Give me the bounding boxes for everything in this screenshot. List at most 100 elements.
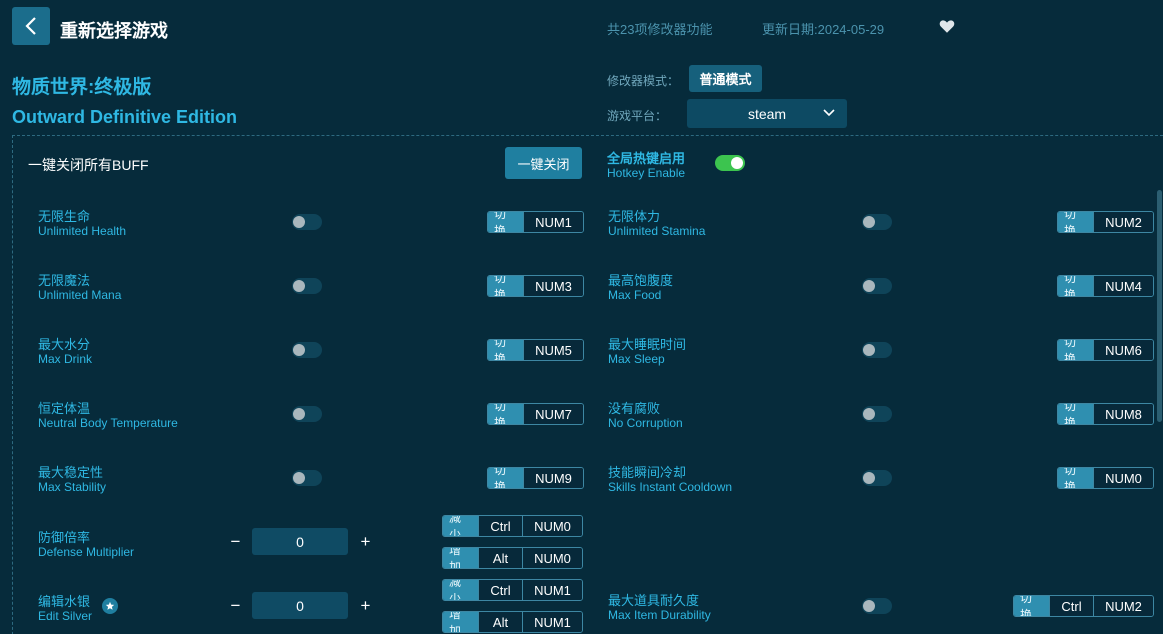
option-label-cn: 恒定体温 (38, 401, 91, 416)
close-all-buff-button[interactable]: 一键关闭 (505, 147, 582, 179)
mode-button[interactable]: 普通模式 (689, 65, 762, 92)
increase-keybind[interactable]: 增加 Alt NUM0 (442, 547, 583, 569)
option-label-cn: 最大道具耐久度 (608, 593, 700, 608)
update-date: 更新日期:2024-05-29 (762, 22, 885, 37)
keybind-tag: 切换 (488, 340, 523, 360)
keybind-key[interactable]: NUM2 (1093, 212, 1153, 232)
option-keybind[interactable]: 切换 NUM7 (487, 403, 584, 425)
numeric-label-cn: 编辑水银 (38, 594, 91, 609)
hotkey-label-en: Hotkey Enable (607, 166, 686, 180)
keybind-key[interactable]: NUM7 (523, 404, 583, 424)
toggle-knob (863, 280, 875, 292)
option-toggle[interactable] (292, 278, 322, 294)
option-toggle[interactable] (862, 598, 892, 614)
increment-button[interactable]: + (357, 533, 374, 550)
keybind-key[interactable]: NUM4 (1093, 276, 1153, 296)
option-toggle[interactable] (862, 278, 892, 294)
numeric-label-en: Defense Multiplier (38, 545, 135, 559)
option-keybind[interactable]: 切换 NUM4 (1057, 275, 1154, 297)
option-keybind[interactable]: 切换 NUM2 (1057, 211, 1154, 233)
chevron-down-icon (823, 109, 835, 117)
keybind-key[interactable]: Alt (478, 548, 522, 568)
platform-select[interactable]: steam (687, 99, 847, 128)
buff-label: 一键关闭所有BUFF (28, 157, 149, 173)
toggle-knob (293, 216, 305, 228)
option-toggle[interactable] (862, 214, 892, 230)
mode-label: 修改器模式： (607, 74, 680, 88)
option-label-cn: 最大水分 (38, 337, 91, 352)
option-keybind[interactable]: 切换 NUM1 (487, 211, 584, 233)
keybind-key[interactable]: NUM5 (523, 340, 583, 360)
option-label-cn: 无限魔法 (38, 273, 91, 288)
option-keybind[interactable]: 切换 NUM3 (487, 275, 584, 297)
value-input[interactable]: 0 (252, 528, 348, 555)
keybind-key[interactable]: Alt (478, 612, 522, 632)
toggle-knob (863, 408, 875, 420)
option-label-cn: 无限生命 (38, 209, 91, 224)
keybind-key[interactable]: Ctrl (1049, 596, 1093, 616)
option-label-cn: 技能瞬间冷却 (608, 465, 687, 480)
heart-icon[interactable] (938, 17, 956, 35)
option-label-cn: 无限体力 (608, 209, 661, 224)
decrease-keybind[interactable]: 减少 Ctrl NUM1 (442, 579, 583, 601)
option-label-en: Unlimited Stamina (608, 224, 706, 238)
increase-keybind[interactable]: 增加 Alt NUM1 (442, 611, 583, 633)
toggle-knob (731, 157, 743, 169)
toggle-knob (293, 344, 305, 356)
hotkey-toggle[interactable] (715, 155, 745, 171)
option-label-en: Max Food (608, 288, 662, 302)
option-label-cn: 最高饱腹度 (608, 273, 674, 288)
option-keybind[interactable]: 切换 NUM8 (1057, 403, 1154, 425)
option-toggle[interactable] (292, 342, 322, 358)
keybind-key[interactable]: Ctrl (478, 516, 522, 536)
decrement-button[interactable]: − (227, 597, 244, 614)
option-label-cn: 最大睡眠时间 (608, 337, 687, 352)
keybind-key[interactable]: NUM3 (523, 276, 583, 296)
option-label-en: Max Drink (38, 352, 93, 366)
star-icon[interactable] (102, 598, 118, 614)
keybind-key[interactable]: NUM8 (1093, 404, 1153, 424)
option-toggle[interactable] (862, 470, 892, 486)
keybind-key[interactable]: NUM0 (1093, 468, 1153, 488)
option-label-en: Unlimited Mana (38, 288, 122, 302)
option-toggle[interactable] (292, 214, 322, 230)
keybind-tag: 切换 (488, 468, 523, 488)
keybind-key[interactable]: NUM0 (522, 548, 582, 568)
increment-button[interactable]: + (357, 597, 374, 614)
option-keybind[interactable]: 切换 Ctrl NUM2 (1013, 595, 1154, 617)
option-label-en: No Corruption (608, 416, 683, 430)
option-toggle[interactable] (292, 406, 322, 422)
option-label-en: Skills Instant Cooldown (608, 480, 733, 494)
keybind-key[interactable]: NUM9 (523, 468, 583, 488)
keybind-key[interactable]: NUM1 (522, 612, 582, 632)
value-input[interactable]: 0 (252, 592, 348, 619)
option-keybind[interactable]: 切换 NUM6 (1057, 339, 1154, 361)
keybind-tag: 减少 (443, 516, 478, 536)
numeric-label-cn: 防御倍率 (38, 530, 91, 545)
decrease-keybind[interactable]: 减少 Ctrl NUM0 (442, 515, 583, 537)
option-toggle[interactable] (862, 342, 892, 358)
keybind-key[interactable]: NUM1 (522, 580, 582, 600)
page-title: 重新选择游戏 (60, 21, 168, 41)
option-toggle[interactable] (862, 406, 892, 422)
keybind-key[interactable]: NUM2 (1093, 596, 1153, 616)
keybind-key[interactable]: Ctrl (478, 580, 522, 600)
keybind-key[interactable]: NUM1 (523, 212, 583, 232)
option-keybind[interactable]: 切换 NUM9 (487, 467, 584, 489)
keybind-key[interactable]: NUM0 (522, 516, 582, 536)
option-label-en: Max Stability (38, 480, 107, 494)
chevron-left-icon (25, 17, 36, 35)
keybind-key[interactable]: NUM6 (1093, 340, 1153, 360)
option-keybind[interactable]: 切换 NUM5 (487, 339, 584, 361)
option-toggle[interactable] (292, 470, 322, 486)
toggle-knob (293, 408, 305, 420)
keybind-tag: 切换 (488, 212, 523, 232)
keybind-tag: 切换 (1058, 404, 1093, 424)
decrement-button[interactable]: − (227, 533, 244, 550)
game-title-en: Outward Definitive Edition (12, 107, 238, 127)
keybind-tag: 增加 (443, 548, 478, 568)
option-keybind[interactable]: 切换 NUM0 (1057, 467, 1154, 489)
scrollbar[interactable] (1157, 190, 1162, 422)
back-button[interactable] (12, 7, 50, 45)
keybind-tag: 切换 (1058, 212, 1093, 232)
